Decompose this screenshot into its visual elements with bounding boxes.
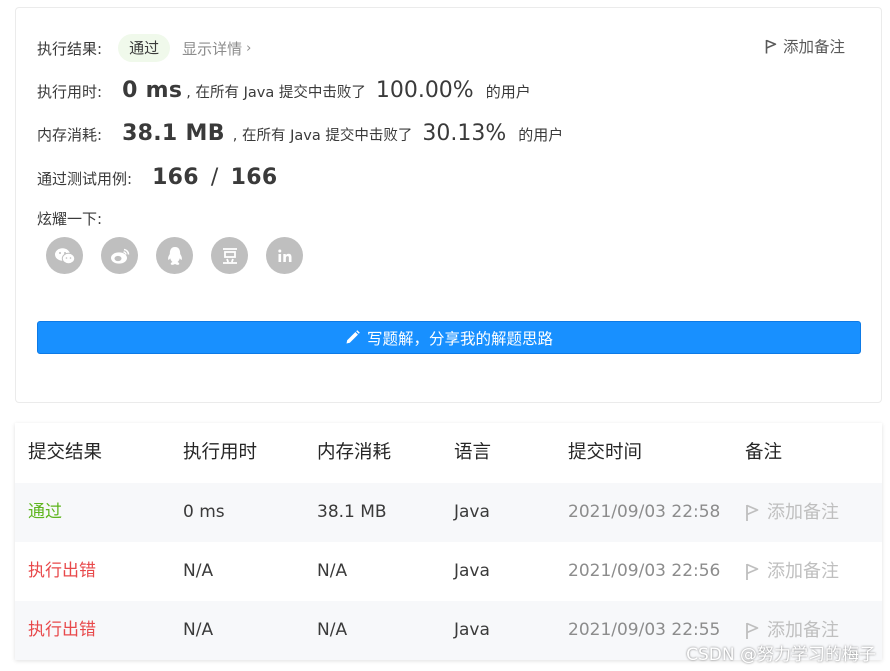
- result-row: 执行结果: 通过 显示详情 ›: [37, 34, 251, 62]
- flag-icon: [746, 504, 759, 521]
- show-details-label: 显示详情: [182, 39, 243, 58]
- row-language: Java: [454, 502, 490, 522]
- show-details-link[interactable]: 显示详情 ›: [182, 38, 251, 59]
- table-row[interactable]: 执行出错 N/A N/A Java 2021/09/03 22:56 添加备注: [15, 542, 882, 601]
- header-status: 提交结果: [28, 442, 103, 463]
- row-runtime: N/A: [183, 620, 214, 640]
- result-label: 执行结果:: [37, 39, 103, 58]
- memory-suffix: 的用户: [518, 126, 564, 144]
- qq-icon[interactable]: [156, 237, 193, 274]
- runtime-suffix: 的用户: [485, 83, 531, 101]
- header-memory: 内存消耗: [317, 442, 392, 463]
- tests-row: 通过测试用例: 166 / 166: [37, 165, 277, 190]
- douban-icon[interactable]: [211, 237, 248, 274]
- runtime-beat-text: , 在所有 Java 提交中击败了: [186, 85, 366, 101]
- status-badge: 通过: [118, 34, 171, 62]
- row-language: Java: [454, 620, 490, 640]
- row-submit-time: 2021/09/03 22:58: [568, 502, 721, 522]
- tests-label: 通过测试用例:: [37, 170, 133, 188]
- flag-icon: [746, 563, 759, 580]
- flag-icon: [746, 622, 759, 639]
- memory-row: 内存消耗: 38.1 MB , 在所有 Java 提交中击败了 30.13% 的…: [37, 121, 563, 146]
- share-label: 炫耀一下:: [37, 210, 103, 228]
- memory-beat-text: , 在所有 Java 提交中击败了: [232, 128, 413, 144]
- row-memory: N/A: [317, 620, 348, 640]
- header-language: 语言: [454, 442, 492, 463]
- tests-passed: 166: [152, 165, 199, 190]
- linkedin-icon[interactable]: [266, 237, 303, 274]
- wechat-icon[interactable]: [46, 237, 83, 274]
- share-icons: [46, 237, 321, 274]
- memory-percent: 30.13%: [422, 121, 507, 146]
- runtime-percent: 100.00%: [375, 78, 474, 103]
- tests-separator: /: [210, 165, 219, 190]
- row-runtime: 0 ms: [183, 502, 225, 522]
- runtime-value: 0 ms: [122, 78, 183, 103]
- runtime-label: 执行用时:: [37, 83, 103, 101]
- add-note-label: 添加备注: [782, 38, 845, 56]
- row-runtime: N/A: [183, 561, 214, 581]
- memory-value: 38.1 MB: [122, 121, 225, 146]
- submissions-table: 提交结果 执行用时 内存消耗 语言 提交时间 备注 通过 0 ms 38.1 M…: [15, 423, 882, 660]
- weibo-icon[interactable]: [101, 237, 138, 274]
- header-submit-time: 提交时间: [568, 442, 643, 463]
- row-add-note-label: 添加备注: [767, 502, 839, 523]
- row-submit-time: 2021/09/03 22:56: [568, 561, 721, 581]
- runtime-row: 执行用时: 0 ms , 在所有 Java 提交中击败了 100.00% 的用户: [37, 78, 531, 103]
- row-status-link[interactable]: 执行出错: [28, 601, 96, 660]
- submission-result-card: 执行结果: 通过 显示详情 › 添加备注 执行用时: 0 ms , 在所有 Ja…: [15, 7, 882, 403]
- row-memory: N/A: [317, 561, 348, 581]
- memory-label: 内存消耗:: [37, 126, 103, 144]
- table-row[interactable]: 通过 0 ms 38.1 MB Java 2021/09/03 22:58 添加…: [15, 483, 882, 542]
- chevron-right-icon: ›: [246, 40, 252, 56]
- header-note: 备注: [745, 442, 783, 463]
- write-solution-button[interactable]: 写题解，分享我的解题思路: [37, 321, 861, 354]
- row-language: Java: [454, 561, 490, 581]
- row-add-note-label: 添加备注: [767, 561, 839, 582]
- tests-total: 166: [230, 165, 278, 190]
- write-solution-label: 写题解，分享我的解题思路: [366, 329, 553, 348]
- row-add-note-button[interactable]: 添加备注: [745, 542, 839, 601]
- flag-icon: [765, 39, 777, 53]
- watermark: CSDN @努力学习的梅子: [686, 645, 876, 665]
- pencil-icon: [346, 330, 360, 344]
- row-memory: 38.1 MB: [317, 502, 387, 522]
- header-runtime: 执行用时: [183, 442, 258, 463]
- share-row: 炫耀一下:: [37, 208, 102, 229]
- row-add-note-button[interactable]: 添加备注: [745, 483, 839, 542]
- row-status-link[interactable]: 执行出错: [28, 542, 96, 601]
- table-header: 提交结果 执行用时 内存消耗 语言 提交时间 备注: [15, 423, 882, 482]
- add-note-button[interactable]: 添加备注: [765, 35, 845, 57]
- row-status-link[interactable]: 通过: [28, 483, 62, 542]
